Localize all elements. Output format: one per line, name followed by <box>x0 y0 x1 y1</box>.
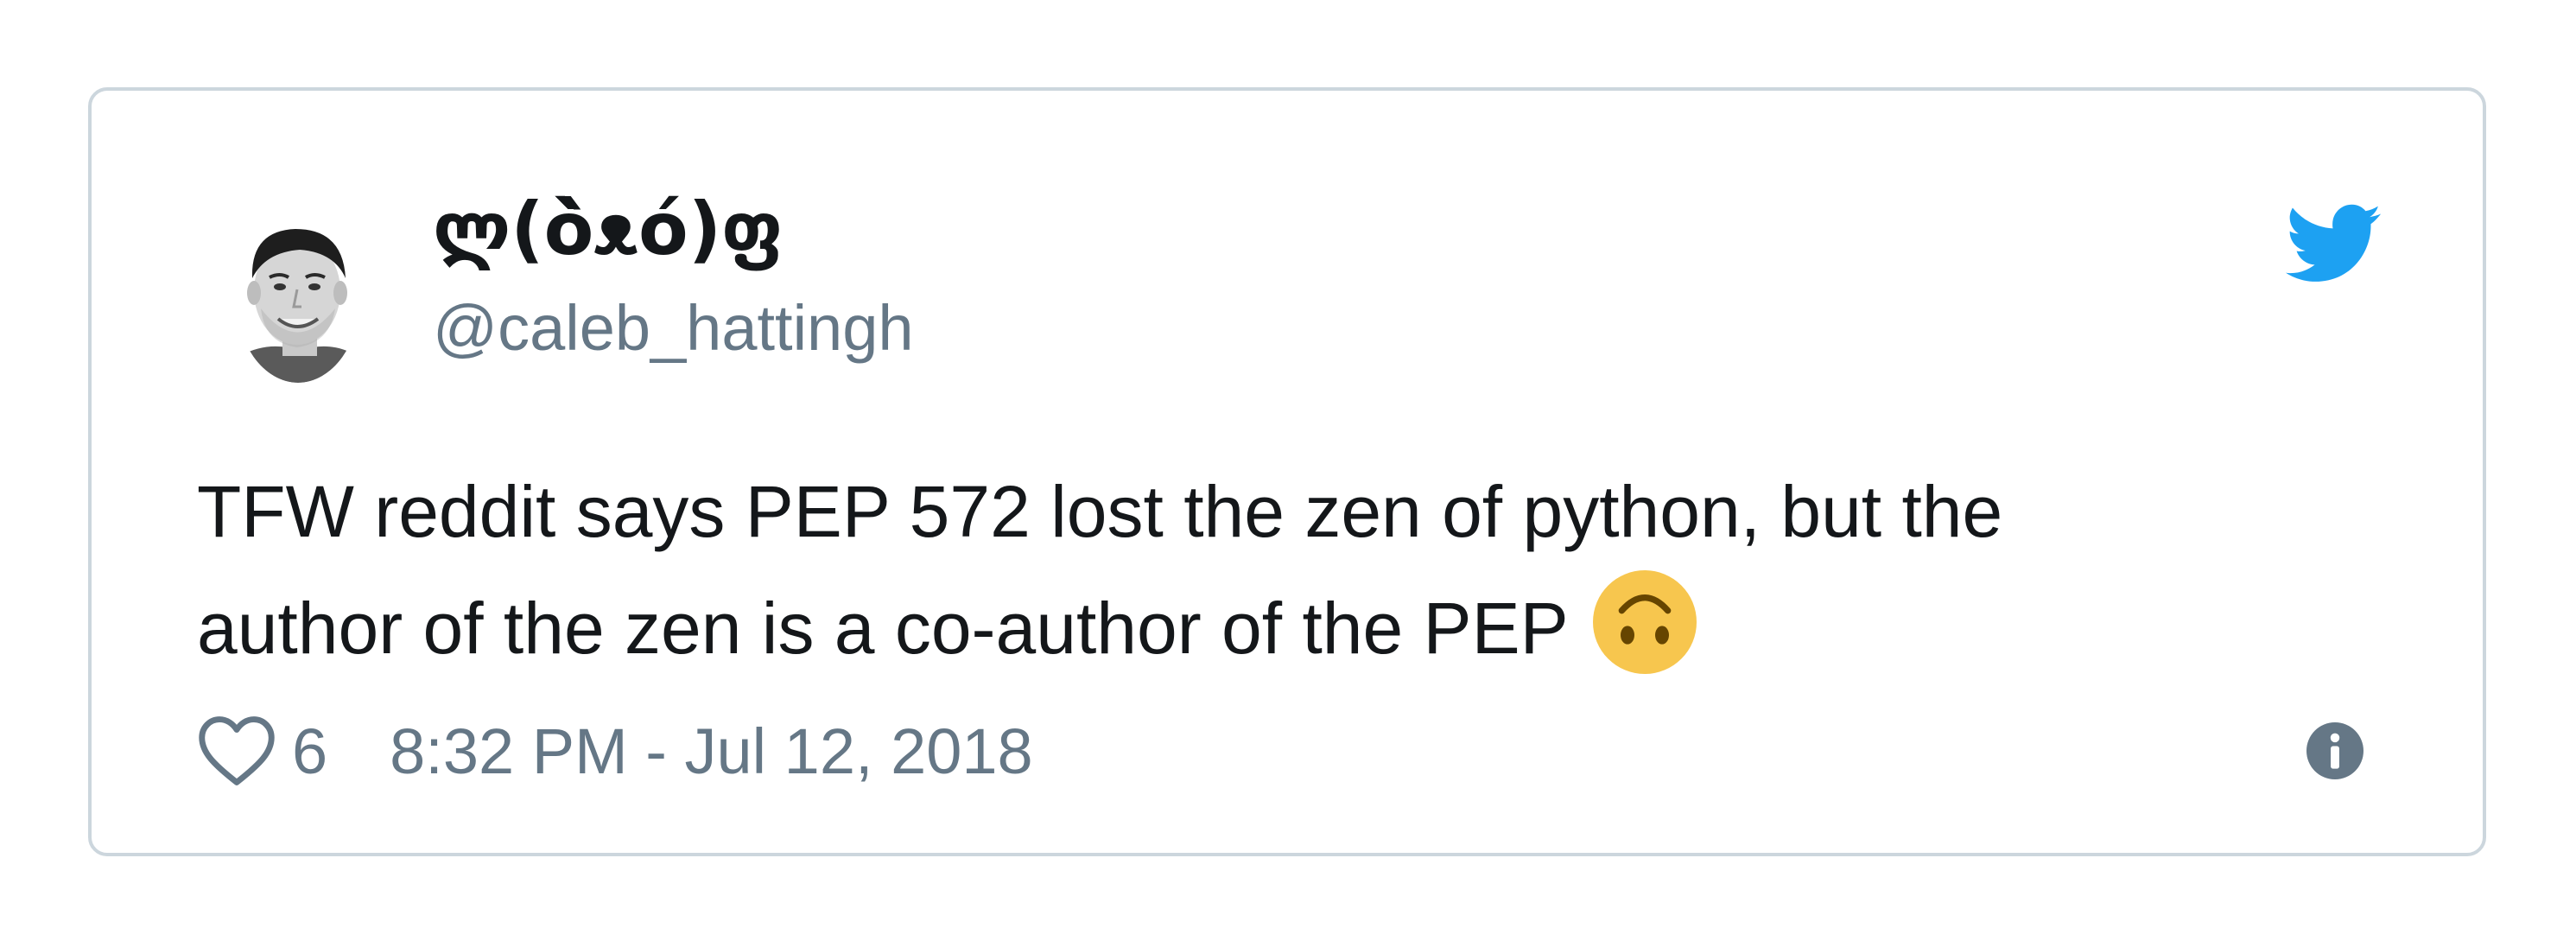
upside-down-face-emoji-icon <box>1592 570 1697 674</box>
tweet-footer: 6 8:32 PM - Jul 12, 2018 <box>197 708 1033 794</box>
tweet-text: TFW reddit says PEP 572 lost the zen of … <box>197 454 2408 687</box>
tweet-text-line: author of the zen is a co-author of the … <box>197 570 2408 687</box>
avatar-image <box>235 205 361 383</box>
tweet-text-line-content: author of the zen is a co-author of the … <box>197 588 1569 669</box>
avatar[interactable] <box>235 205 361 383</box>
heart-icon[interactable] <box>197 714 276 788</box>
display-name[interactable]: ლ(ò̀ᴥó)ფ <box>433 187 784 271</box>
user-handle[interactable]: @caleb_hattingh <box>433 291 914 365</box>
info-icon[interactable] <box>2306 722 2363 779</box>
tweet-card[interactable]: ლ(ò̀ᴥó)ფ @caleb_hattingh TFW reddit says… <box>88 87 2486 856</box>
tweet-text-line: TFW reddit says PEP 572 lost the zen of … <box>197 471 2003 552</box>
tweet-timestamp[interactable]: 8:32 PM - Jul 12, 2018 <box>390 715 1033 788</box>
like-count[interactable]: 6 <box>292 715 327 788</box>
twitter-bird-icon[interactable] <box>2286 203 2382 286</box>
